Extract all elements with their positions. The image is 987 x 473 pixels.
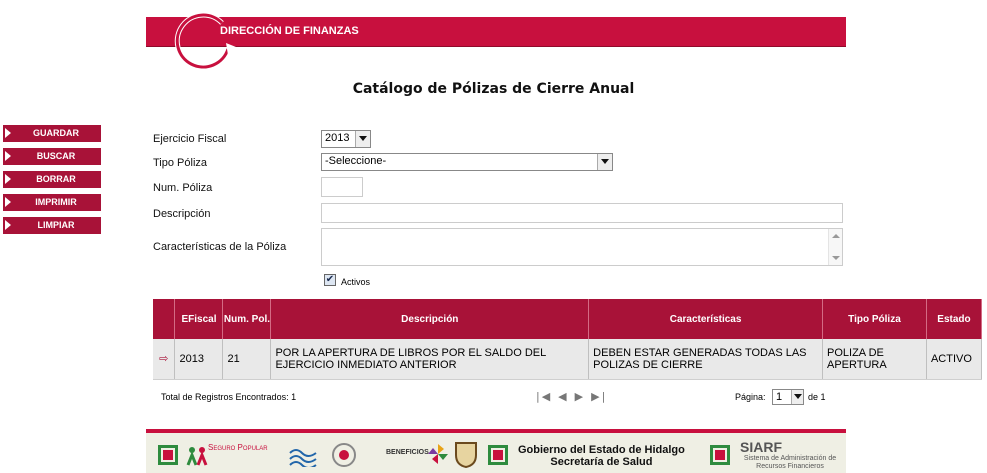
scrollbar[interactable]: [828, 229, 842, 265]
cell-num: 21: [222, 339, 272, 380]
footer-logos: Seguro Popular BENEFICIOS Gobierno del E…: [146, 429, 846, 473]
caracteristicas-label: Características de la Póliza: [153, 241, 287, 253]
pager: |◀ ◀ ▶ ▶|: [536, 390, 613, 403]
scroll-up-icon[interactable]: [832, 234, 840, 238]
gobierno-line1: Gobierno del Estado de Hidalgo: [518, 444, 685, 456]
cell-efiscal: 2013: [174, 339, 224, 380]
hidalgo-logo-icon: [158, 445, 178, 465]
ejercicio-select[interactable]: 2013: [321, 130, 371, 148]
seguro-popular-logo: Seguro Popular: [208, 443, 268, 452]
cell-caracteristicas: DEBEN ESTAR GENERADAS TODAS LAS POLIZAS …: [588, 339, 823, 380]
first-page-icon[interactable]: |◀: [536, 390, 552, 403]
cell-tipo: POLIZA DE APERTURA: [822, 339, 927, 380]
table-row[interactable]: ⇨ 2013 21 POR LA APERTURA DE LIBROS POR …: [153, 339, 983, 380]
col-descripcion: Descripción: [270, 299, 590, 339]
gobierno-text: Gobierno del Estado de Hidalgo Secretarí…: [518, 444, 685, 468]
col-tipo-poliza: Tipo Póliza: [822, 299, 927, 339]
page-select[interactable]: 1: [772, 389, 804, 405]
page-value: 1: [776, 391, 783, 403]
prev-page-icon[interactable]: ◀: [558, 390, 568, 403]
col-caracteristicas: Características: [588, 299, 823, 339]
play-icon: [5, 220, 11, 230]
activos-label: Activos: [341, 277, 371, 287]
page-label: Página:: [735, 392, 766, 402]
limpiar-button[interactable]: LIMPIAR: [3, 217, 101, 234]
cell-descripcion: POR LA APERTURA DE LIBROS POR EL SALDO D…: [270, 339, 590, 380]
beneficios-logo: BENEFICIOS: [386, 449, 429, 456]
select-row-arrow-icon[interactable]: ⇨: [153, 339, 176, 380]
siarf-logo: SIARF: [740, 439, 782, 455]
imprimir-button[interactable]: IMPRIMIR: [3, 194, 101, 211]
header-title: DIRECCIÓN DE FINANZAS: [220, 25, 359, 37]
waves-logo-icon: [289, 449, 317, 467]
num-poliza-label: Num. Póliza: [153, 182, 213, 194]
play-icon: [5, 197, 11, 207]
chevron-down-icon: [355, 131, 370, 147]
scroll-down-icon[interactable]: [832, 256, 840, 260]
tipo-poliza-select[interactable]: -Seleccione-: [321, 153, 613, 171]
borrar-button[interactable]: BORRAR: [3, 171, 101, 188]
finanzas-logo-icon: [174, 12, 236, 70]
ejercicio-label: Ejercicio Fiscal: [153, 133, 227, 145]
descripcion-input[interactable]: [321, 203, 843, 223]
polizas-table: EFiscal Num. Pol. Descripción Caracterís…: [153, 299, 983, 380]
side-menu: GUARDAR BUSCAR BORRAR IMPRIMIR LIMPIAR: [3, 125, 101, 240]
caracteristicas-textarea[interactable]: [321, 228, 843, 266]
chevron-down-icon: [597, 154, 612, 170]
total-records: Total de Registros Encontrados: 1: [161, 392, 297, 402]
ejercicio-value: 2013: [325, 132, 350, 144]
next-page-icon[interactable]: ▶: [575, 390, 585, 403]
cell-estado: ACTIVO: [926, 339, 983, 380]
col-num-pol: Num. Pol.: [222, 299, 272, 339]
siarf-subtitle: Sistema de Administración de Recursos Fi…: [743, 455, 837, 470]
gobierno-line2: Secretaría de Salud: [550, 456, 653, 468]
col-estado: Estado: [926, 299, 983, 339]
tipo-poliza-value: -Seleccione-: [325, 155, 387, 167]
last-page-icon[interactable]: ▶|: [591, 390, 607, 403]
descripcion-label: Descripción: [153, 208, 211, 220]
table-header-row: EFiscal Num. Pol. Descripción Caracterís…: [153, 299, 983, 339]
num-poliza-input[interactable]: [321, 177, 363, 197]
people-logo-icon: [186, 447, 208, 466]
emblem-logo-icon: [332, 443, 356, 467]
play-icon: [5, 174, 11, 184]
page-title: Catálogo de Pólizas de Cierre Anual: [352, 81, 635, 97]
play-icon: [5, 151, 11, 161]
col-efiscal: EFiscal: [174, 299, 224, 339]
page-of: de 1: [808, 392, 826, 402]
pinwheel-logo-icon: [428, 444, 448, 464]
tipo-poliza-label: Tipo Póliza: [153, 157, 208, 169]
col-select: [153, 299, 176, 339]
hidalgo-logo-icon: [488, 445, 508, 465]
chevron-down-icon: [791, 390, 803, 404]
play-icon: [5, 128, 11, 138]
header-banner: DIRECCIÓN DE FINANZAS: [146, 12, 846, 70]
buscar-button[interactable]: BUSCAR: [3, 148, 101, 165]
activos-checkbox[interactable]: ✔: [324, 274, 336, 286]
shield-logo-icon: [455, 442, 477, 469]
guardar-button[interactable]: GUARDAR: [3, 125, 101, 142]
hidalgo-logo-icon: [710, 445, 730, 465]
